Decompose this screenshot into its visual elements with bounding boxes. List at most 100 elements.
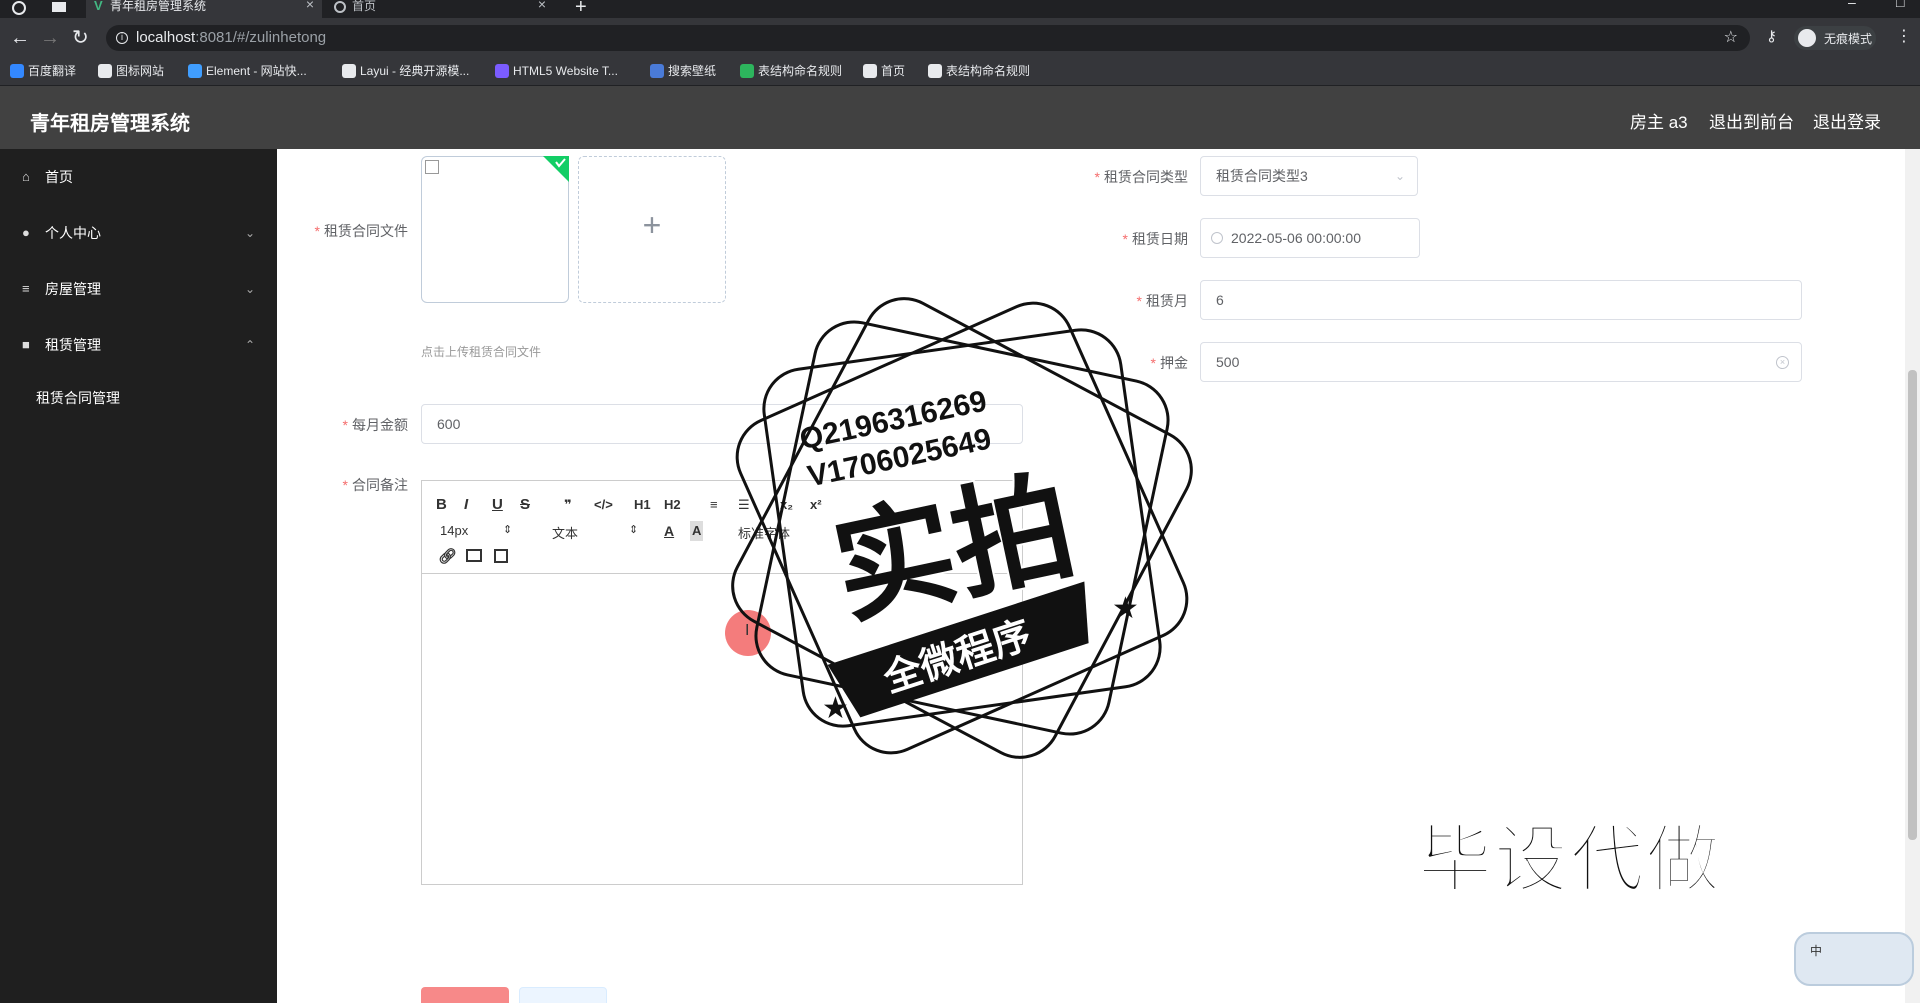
sidebar: ⌂ 首页 ● 个人中心 ⌄ ≡ 房屋管理 ⌄ ■ 租赁管理 ⌃ 租赁合同管理 <box>0 149 277 1003</box>
user-label[interactable]: 房主 a3 <box>1630 108 1688 133</box>
bookmark-item[interactable]: 表结构命名规则 <box>928 63 1030 79</box>
chevron-up-icon: ⌃ <box>244 338 255 352</box>
url-host: localhost <box>136 29 196 46</box>
forward-icon[interactable]: → <box>40 25 60 51</box>
watermark-corner-text: 毕设代做 <box>1417 817 1722 902</box>
minimize-icon[interactable]: – <box>1848 0 1856 10</box>
sidebar-item-profile[interactable]: ● 个人中心 ⌄ <box>0 205 277 261</box>
bookmark-label: 首页 <box>881 64 906 78</box>
tab-title: 首页 <box>352 0 377 13</box>
element-icon <box>188 64 202 78</box>
briefcase-icon: ■ <box>22 337 30 352</box>
chevron-down-icon: ⌄ <box>244 226 255 240</box>
background-color-icon[interactable]: A <box>690 521 704 541</box>
sidebar-item-label: 租赁管理 <box>45 337 101 353</box>
star-icon: ★ <box>822 692 849 725</box>
translate-icon <box>10 64 24 78</box>
vue-icon: V <box>94 0 103 13</box>
tab-active[interactable]: V 青年租房管理系统 × <box>86 0 322 18</box>
bookmark-label: 图标网站 <box>116 64 165 78</box>
text-type-select[interactable]: 文本 ⇕ <box>552 523 639 542</box>
flag-icon <box>98 64 112 78</box>
address-bar[interactable]: i localhost:8081/#/zulinhetong ☆ <box>106 25 1750 51</box>
bookmark-label: 表结构命名规则 <box>946 64 1031 78</box>
bookmark-item[interactable]: Element - 网站快... <box>188 63 307 79</box>
url-path: :8081/#/zulinhetong <box>195 29 327 46</box>
lease-months-input[interactable]: 6 <box>1200 280 1802 320</box>
menu-icon[interactable]: ⋮ <box>1896 26 1912 46</box>
italic-icon[interactable]: I <box>464 495 468 515</box>
globe-icon <box>334 1 346 13</box>
select-arrows-icon: ⇕ <box>503 524 513 536</box>
select-arrows-icon: ⇕ <box>629 524 639 536</box>
contract-type-select[interactable]: 租赁合同类型3 ⌄ <box>1200 156 1418 196</box>
new-tab-icon[interactable]: + <box>575 0 587 19</box>
bold-icon[interactable]: B <box>436 495 447 515</box>
incognito-chip[interactable]: 无痕模式 <box>1794 26 1876 50</box>
back-icon[interactable]: ← <box>10 25 30 51</box>
monthly-label: * 每月金额 <box>342 417 408 433</box>
bookmark-item[interactable]: 表结构命名规则 <box>740 63 842 79</box>
bookmark-item[interactable]: 首页 <box>863 63 905 79</box>
heading1-icon[interactable]: H1 <box>634 495 651 515</box>
key-icon[interactable]: ⚷ <box>1766 27 1777 45</box>
bookmark-item[interactable]: 图标网站 <box>98 63 164 79</box>
reload-icon[interactable]: ↻ <box>72 25 89 51</box>
ime-widget[interactable]: 中 <box>1794 932 1914 986</box>
sidebar-item-house[interactable]: ≡ 房屋管理 ⌄ <box>0 261 277 317</box>
scrollbar-thumb[interactable] <box>1908 370 1917 840</box>
bookmark-item[interactable]: Layui - 经典开源模... <box>342 63 469 79</box>
code-icon[interactable]: </> <box>594 495 613 515</box>
sidebar-item-lease[interactable]: ■ 租赁管理 ⌃ <box>0 317 277 373</box>
logout-link[interactable]: 退出登录 <box>1813 108 1881 133</box>
underline-icon[interactable]: U <box>492 495 503 515</box>
sidebar-subitem-contract[interactable]: 租赁合同管理 <box>0 373 277 423</box>
upload-trigger[interactable]: + <box>578 156 726 303</box>
close-icon[interactable]: × <box>306 0 314 11</box>
bookmark-item[interactable]: 百度翻译 <box>10 63 76 79</box>
quote-icon[interactable]: ❞ <box>564 495 572 515</box>
sidebar-item-home[interactable]: ⌂ 首页 <box>0 149 277 205</box>
cancel-button[interactable] <box>519 987 607 1003</box>
bookmark-item[interactable]: HTML5 Website T... <box>495 63 618 79</box>
bookmark-label: Element - 网站快... <box>206 64 307 78</box>
globe-icon <box>12 1 26 15</box>
chevron-down-icon: ⌄ <box>244 282 255 296</box>
heading2-icon[interactable]: H2 <box>664 495 681 515</box>
clear-icon[interactable]: × <box>1776 356 1789 369</box>
video-icon[interactable] <box>494 549 508 563</box>
image-icon[interactable] <box>466 549 482 562</box>
lease-date-input[interactable]: 2022-05-06 00:00:00 <box>1200 218 1420 258</box>
uploaded-file-thumbnail[interactable] <box>421 156 569 303</box>
close-icon[interactable]: × <box>538 0 546 11</box>
link-icon[interactable]: 🔗︎ <box>438 547 457 567</box>
user-icon: ● <box>22 225 30 240</box>
sidebar-item-label: 房屋管理 <box>45 281 101 297</box>
globe-icon <box>928 64 942 78</box>
maximize-icon[interactable]: □ <box>1896 0 1904 10</box>
bookmark-item[interactable]: 搜索壁纸 <box>650 63 716 79</box>
ordered-list-icon[interactable]: ≡ <box>710 495 718 515</box>
plus-icon: + <box>642 207 662 243</box>
bookmark-label: 表结构命名规则 <box>758 64 843 78</box>
deposit-input[interactable]: 500 × <box>1200 342 1802 382</box>
font-size-select[interactable]: 14px ⇕ <box>440 523 513 538</box>
font-color-icon[interactable]: A <box>664 521 674 541</box>
sidebar-item-label: 首页 <box>45 169 73 185</box>
bookmark-label: Layui - 经典开源模... <box>360 64 470 78</box>
incognito-icon <box>1798 29 1816 47</box>
star-icon[interactable]: ☆ <box>1724 25 1738 51</box>
html5-icon <box>495 64 509 78</box>
browser-window: V 青年租房管理系统 × 首页 × + – □ ← → ↻ i localhos… <box>0 0 1920 1003</box>
info-icon[interactable]: i <box>116 32 128 44</box>
remark-label: * 合同备注 <box>342 477 408 493</box>
strikethrough-icon[interactable]: S <box>520 495 530 515</box>
tab-inactive[interactable]: 首页 × <box>328 0 554 18</box>
clock-icon <box>1211 232 1223 244</box>
tab-overview-icon[interactable] <box>52 2 66 12</box>
exit-to-front-link[interactable]: 退出到前台 <box>1709 108 1794 133</box>
sidebar-subitem-label: 租赁合同管理 <box>36 390 120 406</box>
ime-label: 中 <box>1810 944 1823 958</box>
submit-button[interactable] <box>421 987 509 1003</box>
layui-icon <box>342 64 356 78</box>
